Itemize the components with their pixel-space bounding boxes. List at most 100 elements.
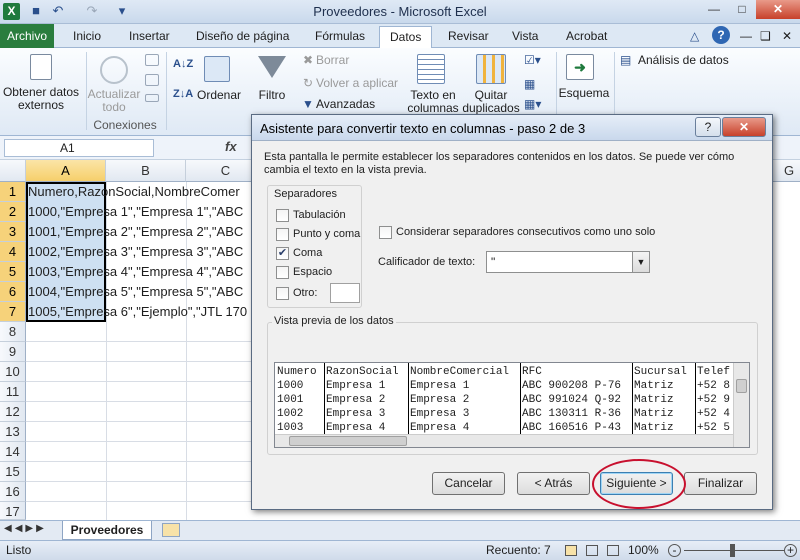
column-header-b[interactable]: B: [106, 160, 186, 182]
finish-button[interactable]: Finalizar: [684, 472, 757, 495]
esquema-button[interactable]: Esquema: [558, 87, 610, 100]
cell-a3[interactable]: 1001,"Empresa 2","Empresa 2","ABC: [26, 222, 252, 242]
obtener-datos-button[interactable]: Obtener datos externos: [2, 86, 80, 112]
quitar-duplicados-button[interactable]: Quitar duplicados: [462, 89, 520, 115]
ribbon-minimize-icon[interactable]: △: [690, 28, 699, 48]
normal-view-icon[interactable]: [565, 545, 577, 556]
cancel-button[interactable]: Cancelar: [432, 472, 505, 495]
column-header-a[interactable]: A: [26, 160, 106, 182]
tab-diseno[interactable]: Diseño de página: [196, 28, 289, 48]
row-header[interactable]: 16: [0, 482, 26, 502]
scrollbar-thumb[interactable]: [736, 379, 747, 393]
dialog-close-icon[interactable]: ✕: [722, 117, 766, 137]
texto-en-columnas-button[interactable]: Texto en columnas: [405, 89, 461, 115]
analisis-datos-button[interactable]: Análisis de datos: [638, 54, 729, 67]
tab-acrobat[interactable]: Acrobat: [566, 28, 607, 48]
volver-aplicar-button[interactable]: Volver a aplicar: [316, 77, 398, 90]
doc-minimize-icon[interactable]: —: [740, 28, 752, 48]
column-break[interactable]: [695, 363, 696, 435]
row-header[interactable]: 9: [0, 342, 26, 362]
page-break-icon[interactable]: [607, 545, 619, 556]
properties-icon[interactable]: [145, 74, 159, 86]
dialog-help-icon[interactable]: ?: [695, 117, 721, 137]
column-break[interactable]: [632, 363, 633, 435]
preview-horizontal-scrollbar[interactable]: [275, 434, 733, 447]
row-header[interactable]: 6: [0, 282, 26, 302]
cell-a2[interactable]: 1000,"Empresa 1","Empresa 1","ABC: [26, 202, 252, 222]
row-header[interactable]: 3: [0, 222, 26, 242]
actualizar-button[interactable]: Actualizar todo: [86, 88, 142, 114]
column-break[interactable]: [408, 363, 409, 435]
consolidate-icon[interactable]: ▦: [524, 78, 535, 91]
sort-az-icon[interactable]: A↓Z: [173, 58, 193, 71]
cell-a1[interactable]: Numero,RazonSocial,NombreComer: [26, 182, 252, 202]
zoom-in-icon[interactable]: +: [784, 544, 797, 557]
data-validation-icon[interactable]: ☑▾: [524, 54, 541, 67]
row-header[interactable]: 2: [0, 202, 26, 222]
checkbox-tab[interactable]: [276, 209, 289, 222]
row-header[interactable]: 17: [0, 502, 26, 520]
cell-a4[interactable]: 1002,"Empresa 3","Empresa 3","ABC: [26, 242, 252, 262]
sort-za-icon[interactable]: Z↓A: [173, 88, 193, 101]
column-break[interactable]: [520, 363, 521, 435]
tab-insertar[interactable]: Insertar: [129, 28, 170, 48]
row-header[interactable]: 11: [0, 382, 26, 402]
cell-a6[interactable]: 1004,"Empresa 5","Empresa 5","ABC: [26, 282, 252, 302]
row-header[interactable]: 7: [0, 302, 26, 322]
name-box[interactable]: A1: [4, 139, 154, 157]
tab-revisar[interactable]: Revisar: [448, 28, 489, 48]
zoom-slider-thumb[interactable]: [730, 544, 735, 557]
column-header-g[interactable]: G: [778, 160, 800, 182]
row-header[interactable]: 8: [0, 322, 26, 342]
filtro-button[interactable]: Filtro: [253, 89, 291, 102]
scrollbar-thumb[interactable]: [289, 436, 407, 446]
row-header[interactable]: 15: [0, 462, 26, 482]
tab-datos[interactable]: Datos: [379, 26, 433, 49]
what-if-icon[interactable]: ▦▾: [524, 98, 541, 111]
insert-function-icon[interactable]: fx: [225, 139, 237, 154]
doc-restore-icon[interactable]: ❑: [760, 28, 771, 48]
tab-formulas[interactable]: Fórmulas: [315, 28, 365, 48]
row-header[interactable]: 14: [0, 442, 26, 462]
connections-icon[interactable]: [145, 54, 159, 66]
back-button[interactable]: < Atrás: [517, 472, 590, 495]
zoom-level[interactable]: 100%: [628, 541, 659, 560]
column-break[interactable]: [324, 363, 325, 435]
cell-a7[interactable]: 1005,"Empresa 6","Ejemplo","JTL 170: [26, 302, 252, 322]
edit-links-icon[interactable]: [145, 94, 159, 102]
row-header[interactable]: 4: [0, 242, 26, 262]
row-header[interactable]: 13: [0, 422, 26, 442]
checkbox-space-label[interactable]: Espacio: [293, 266, 332, 278]
row-header[interactable]: 12: [0, 402, 26, 422]
checkbox-tab-label[interactable]: Tabulación: [293, 209, 346, 221]
zoom-out-icon[interactable]: -: [668, 544, 681, 557]
minimize-icon[interactable]: —: [700, 0, 728, 19]
tab-archivo[interactable]: Archivo: [0, 24, 54, 48]
checkbox-semicolon-label[interactable]: Punto y coma: [293, 228, 360, 240]
page-layout-icon[interactable]: [586, 545, 598, 556]
doc-close-icon[interactable]: ✕: [782, 28, 792, 48]
sheet-tab-proveedores[interactable]: Proveedores: [62, 521, 152, 540]
qualifier-select[interactable]: " ▼: [486, 251, 650, 273]
preview-vertical-scrollbar[interactable]: [733, 363, 749, 447]
checkbox-consecutive[interactable]: [379, 226, 392, 239]
checkbox-space[interactable]: [276, 266, 289, 279]
avanzadas-button[interactable]: Avanzadas: [316, 98, 375, 111]
row-header[interactable]: 10: [0, 362, 26, 382]
other-separator-input[interactable]: [330, 283, 360, 303]
checkbox-comma-label[interactable]: Coma: [293, 247, 322, 259]
maximize-icon[interactable]: □: [728, 0, 756, 19]
data-preview[interactable]: Numero 1000 1001 1002 1003 RazonSocial Empres…: [274, 362, 750, 448]
insert-sheet-icon[interactable]: [162, 523, 180, 537]
tab-inicio[interactable]: Inicio: [73, 28, 101, 48]
cell-a5[interactable]: 1003,"Empresa 4","Empresa 4","ABC: [26, 262, 252, 282]
row-header[interactable]: 5: [0, 262, 26, 282]
select-all-corner[interactable]: [0, 160, 26, 182]
close-window-icon[interactable]: ✕: [756, 0, 800, 19]
sheet-nav-icon[interactable]: ◀◀▶▶: [4, 523, 47, 534]
tab-vista[interactable]: Vista: [512, 28, 538, 48]
borrar-button[interactable]: Borrar: [316, 54, 349, 67]
help-icon[interactable]: ?: [712, 26, 730, 44]
checkbox-consecutive-label[interactable]: Considerar separadores consecutivos como…: [396, 226, 655, 238]
ordenar-button[interactable]: Ordenar: [196, 89, 242, 102]
